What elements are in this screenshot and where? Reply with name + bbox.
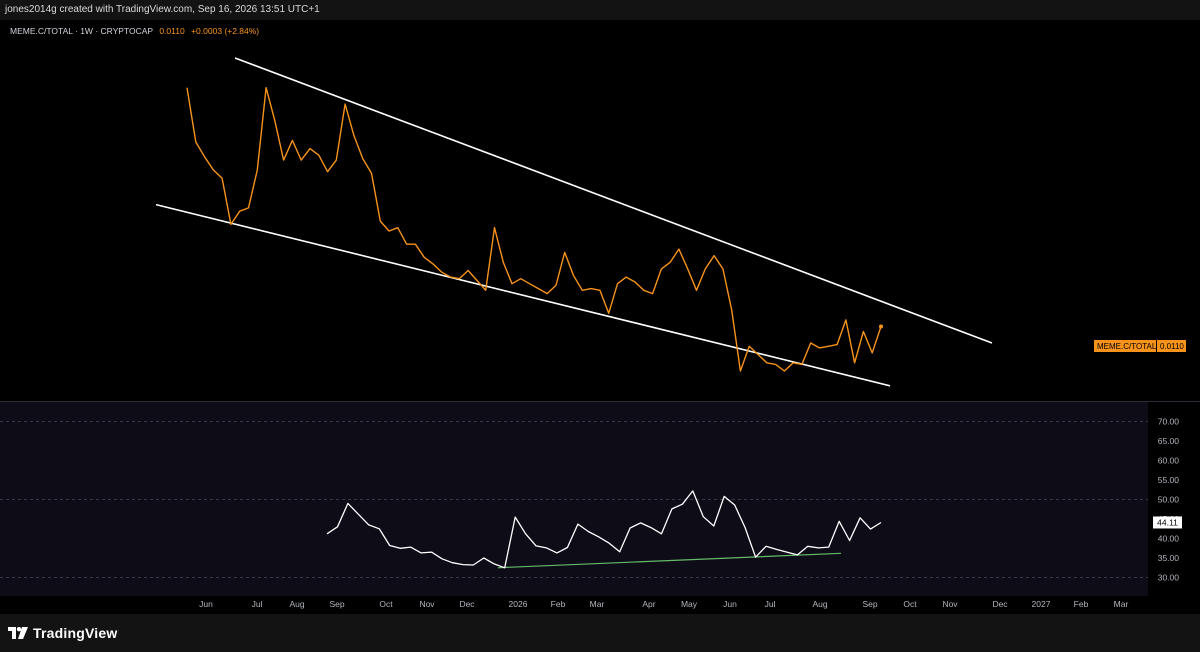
- price-value-text: 0.0110: [1160, 342, 1184, 351]
- footer-bar: TradingView: [0, 614, 1200, 652]
- tradingview-logo-icon: [8, 627, 28, 639]
- x-tick-label: 2027: [1032, 599, 1051, 609]
- x-tick-label: Mar: [1114, 599, 1129, 609]
- attribution-bar: jones2014g created with TradingView.com,…: [0, 0, 1200, 20]
- chart-canvas[interactable]: MEME.C/TOTAL · 1W · CRYPTOCAP 0.0110 +0.…: [0, 20, 1200, 614]
- x-tick-label: Apr: [642, 599, 655, 609]
- rsi-y-tick-label: 60.00: [1158, 456, 1180, 466]
- rsi-y-tick-label: 40.00: [1158, 534, 1180, 544]
- rsi-y-tick-label: 35.00: [1158, 553, 1180, 563]
- x-tick-label: Dec: [992, 599, 1008, 609]
- x-tick-label: Nov: [942, 599, 958, 609]
- rsi-y-tick-label: 65.00: [1158, 436, 1180, 446]
- rsi-y-tick-label: 50.00: [1158, 495, 1180, 505]
- attribution-text: jones2014g created with TradingView.com,…: [5, 4, 320, 15]
- x-tick-label: Jul: [765, 599, 776, 609]
- x-tick-label: Sep: [862, 599, 877, 609]
- tradingview-wordmark: TradingView: [33, 625, 118, 641]
- x-tick-label: Feb: [551, 599, 566, 609]
- x-tick-label: Oct: [903, 599, 917, 609]
- x-tick-label: Dec: [459, 599, 475, 609]
- tradingview-snapshot: jones2014g created with TradingView.com,…: [0, 0, 1200, 652]
- x-tick-label: Sep: [329, 599, 344, 609]
- x-tick-label: Jun: [199, 599, 213, 609]
- rsi-pane: [0, 402, 1148, 596]
- x-tick-label: Jun: [723, 599, 737, 609]
- price-label-name: MEME.C/TOTAL: [1097, 342, 1157, 351]
- x-tick-label: Jul: [252, 599, 263, 609]
- x-tick-label: Oct: [379, 599, 393, 609]
- x-tick-label: 2026: [509, 599, 528, 609]
- tradingview-logo[interactable]: TradingView: [8, 622, 117, 644]
- x-tick-label: Feb: [1074, 599, 1089, 609]
- legend-symbol: MEME.C/TOTAL · 1W · CRYPTOCAP: [10, 26, 153, 36]
- x-tick-label: Mar: [590, 599, 605, 609]
- x-tick-label: Aug: [289, 599, 304, 609]
- chart-legend: MEME.C/TOTAL · 1W · CRYPTOCAP 0.0110 +0.…: [10, 26, 259, 36]
- legend-value: 0.0110: [159, 26, 185, 36]
- x-tick-label: Nov: [419, 599, 435, 609]
- rsi-y-tick-label: 30.00: [1158, 573, 1180, 583]
- price-last-point: [879, 324, 883, 329]
- rsi-y-tick-label: 55.00: [1158, 475, 1180, 485]
- legend-change: +0.0003 (+2.84%): [191, 26, 259, 36]
- rsi-y-tick-label: 70.00: [1158, 417, 1180, 427]
- x-tick-label: May: [681, 599, 698, 609]
- rsi-y-axis: 70.0065.0060.0055.0050.0045.0040.0035.00…: [1153, 417, 1182, 583]
- rsi-value-text: 44.11: [1157, 517, 1178, 527]
- x-tick-label: Aug: [812, 599, 827, 609]
